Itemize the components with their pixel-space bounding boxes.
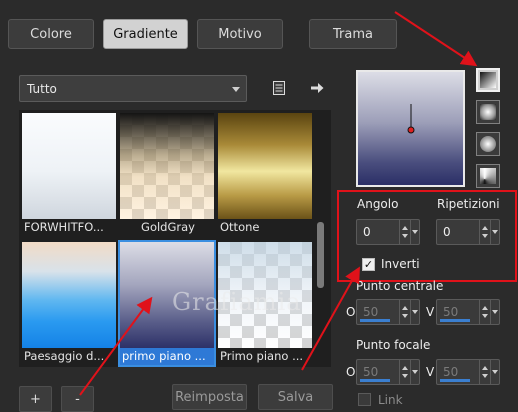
focal-point-label: Punto focale — [356, 338, 431, 352]
spin-arrows-icon[interactable] — [479, 300, 490, 324]
center-v-field[interactable]: 50 — [436, 299, 500, 325]
chevron-down-icon — [232, 87, 240, 92]
tab-trama[interactable]: Trama — [309, 19, 397, 49]
arrow-to-style-button — [394, 11, 478, 67]
swatch-tile[interactable]: Primo piano ... — [218, 242, 312, 365]
document-list-icon[interactable] — [268, 77, 290, 99]
center-h-field[interactable]: 50 — [356, 299, 420, 325]
rectangular-gradient-style-button[interactable] — [476, 100, 500, 124]
focal-v-value: 50 — [443, 365, 459, 379]
value-bar — [360, 379, 390, 382]
link-label: Link — [378, 393, 403, 407]
value-bar — [440, 379, 470, 382]
swatch-label: Ottone — [220, 220, 260, 234]
chevron-down-icon[interactable] — [410, 360, 419, 384]
center-v-label: V — [426, 305, 435, 319]
spin-arrows-icon[interactable] — [399, 360, 410, 384]
center-v-value: 50 — [443, 305, 459, 319]
focal-h-field[interactable]: 50 — [356, 359, 420, 385]
arrow-right-icon[interactable] — [306, 77, 328, 99]
tab-colore[interactable]: Colore — [8, 19, 94, 49]
linear-gradient-style-button[interactable] — [476, 68, 500, 92]
add-swatch-button[interactable]: + — [19, 386, 52, 412]
link-checkbox[interactable] — [358, 393, 371, 406]
center-h-value: 50 — [363, 305, 379, 319]
category-dropdown[interactable]: Tutto — [19, 75, 247, 102]
value-bar — [360, 319, 390, 322]
linear-gradient-icon — [480, 72, 496, 88]
rectangular-gradient-icon — [480, 104, 496, 120]
spin-arrows-icon[interactable] — [479, 360, 490, 384]
remove-swatch-button[interactable]: - — [61, 386, 94, 412]
value-bar — [440, 319, 470, 322]
swatch-tile[interactable]: Paesaggio d... — [22, 242, 116, 365]
swatch-label: GoldGray — [141, 220, 195, 234]
focal-h-label: O — [346, 365, 356, 379]
highlight-box — [337, 190, 517, 282]
sunburst-gradient-style-button[interactable] — [476, 164, 500, 188]
radial-gradient-icon — [480, 136, 496, 152]
swatch-tile[interactable]: Ottone — [218, 113, 312, 236]
scrollbar-thumb[interactable] — [317, 222, 324, 288]
reset-button[interactable]: Reimposta — [172, 384, 247, 410]
center-point-label: Punto centrale — [356, 279, 444, 293]
focal-v-field[interactable]: 50 — [436, 359, 500, 385]
save-button[interactable]: Salva — [258, 384, 333, 410]
category-dropdown-value: Tutto — [27, 81, 57, 96]
swatch-tile[interactable]: GoldGray — [120, 113, 214, 236]
tab-motivo[interactable]: Motivo — [197, 19, 283, 49]
tab-gradiente[interactable]: Gradiente — [103, 19, 188, 49]
focal-h-value: 50 — [363, 365, 379, 379]
radial-gradient-style-button[interactable] — [476, 132, 500, 156]
swatch-tile[interactable]: FORWHITFO... — [22, 113, 116, 236]
swatch-label: Paesaggio d... — [24, 349, 105, 363]
center-h-label: O — [346, 305, 356, 319]
gradient-swatch-grid: FORWHITFO... GoldGray Ottone Paesaggio d… — [19, 110, 331, 367]
chevron-down-icon[interactable] — [410, 300, 419, 324]
chevron-down-icon[interactable] — [490, 360, 499, 384]
swatch-label: Primo piano ... — [220, 349, 304, 363]
sunburst-gradient-icon — [480, 168, 496, 184]
spin-arrows-icon[interactable] — [399, 300, 410, 324]
chevron-down-icon[interactable] — [490, 300, 499, 324]
gradient-preview[interactable] — [356, 70, 465, 187]
swatch-label: FORWHITFO... — [24, 220, 104, 234]
swatch-label: primo piano ... — [120, 348, 214, 365]
focal-v-label: V — [426, 365, 435, 379]
swatch-tile-selected[interactable]: primo piano ... — [118, 240, 216, 367]
